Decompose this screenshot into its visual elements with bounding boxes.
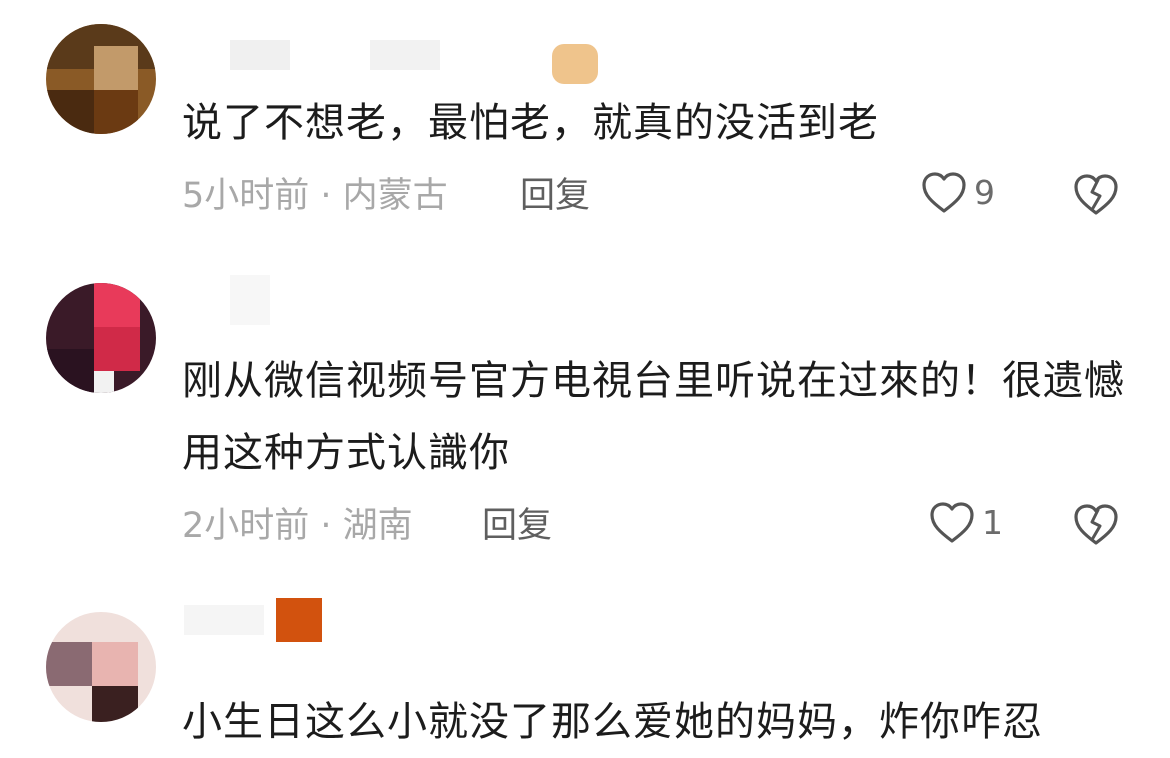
comment-item: 刚从微信视频号官方电視台里听说在过來的！很遗憾用这种方式认識你 2小时前 · 湖… [0, 250, 1170, 580]
dislike-button[interactable] [1072, 502, 1120, 548]
comment-item: 说了不想老，最怕老，就真的没活到老 5小时前 · 内蒙古 回复 9 [0, 0, 1170, 240]
dislike-button[interactable] [1072, 172, 1120, 218]
comment-text: 小生日这么小就没了那么爱她的妈妈，炸你咋忍 [182, 699, 1043, 745]
reply-button[interactable]: 回复 [482, 506, 552, 546]
heart-outline-icon [928, 500, 976, 546]
avatar[interactable] [46, 24, 156, 134]
username-redacted [230, 40, 610, 84]
like-count: 9 [974, 173, 995, 212]
username-redacted [184, 598, 430, 642]
heart-outline-icon [920, 170, 968, 216]
comment-item: 小生日这么小就没了那么爱她的妈妈，炸你咋忍 [0, 590, 1170, 751]
avatar[interactable] [46, 612, 156, 722]
broken-heart-icon [1072, 502, 1120, 548]
username-redacted [230, 275, 310, 325]
comment-meta: 5小时前 · 内蒙古 [182, 176, 448, 216]
broken-heart-icon [1072, 172, 1120, 218]
like-button[interactable]: 1 [928, 500, 1003, 546]
like-count: 1 [982, 503, 1003, 542]
like-button[interactable]: 9 [920, 170, 995, 216]
comment-meta: 2小时前 · 湖南 [182, 506, 413, 546]
avatar[interactable] [46, 283, 156, 393]
comment-text: 说了不想老，最怕老，就真的没活到老 [182, 100, 879, 146]
comment-text: 刚从微信视频号官方电視台里听说在过來的！很遗憾用这种方式认識你 [182, 358, 1125, 476]
reply-button[interactable]: 回复 [520, 176, 590, 216]
